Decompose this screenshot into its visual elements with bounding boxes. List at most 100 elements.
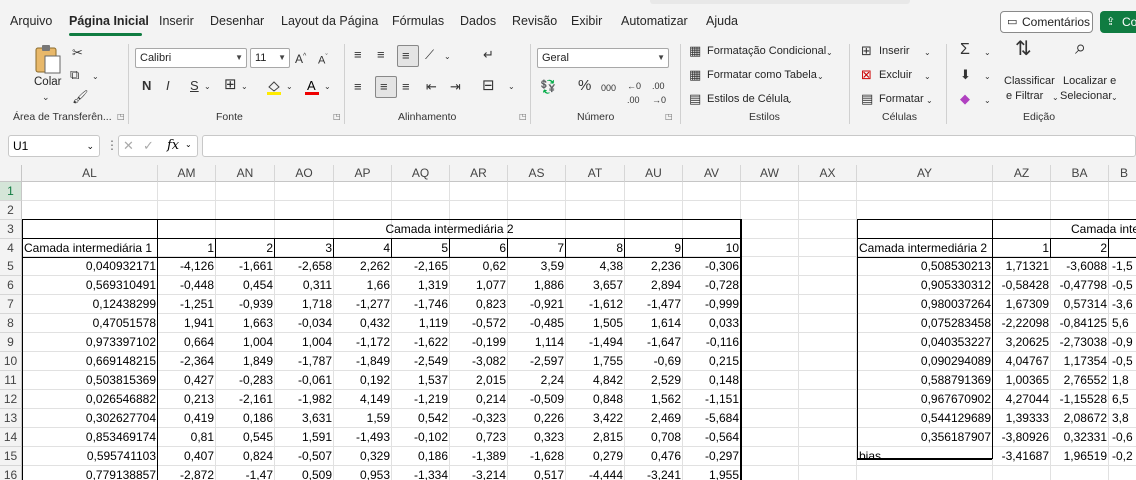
table1-cell[interactable]: 0,47051578 <box>22 314 158 333</box>
insert-function-icon[interactable]: fx <box>167 138 179 153</box>
table1-cell[interactable]: -0,306 <box>683 257 741 276</box>
align-top-icon[interactable]: ≡ <box>354 48 362 62</box>
table1-cell[interactable]: 0,476 <box>625 447 683 466</box>
table2-cell[interactable]: 0,32331 <box>1051 428 1109 447</box>
table2-cell[interactable]: 0,588791369 <box>857 371 993 390</box>
table1-cell[interactable]: 4,149 <box>334 390 392 409</box>
row-header[interactable]: 10 <box>0 352 22 371</box>
table2-cell[interactable]: 0,967670902 <box>857 390 993 409</box>
table1-cell[interactable]: -1,219 <box>392 390 450 409</box>
table2-cell[interactable]: -3,6088 <box>1051 257 1109 276</box>
format-button[interactable]: Formatar <box>879 93 924 105</box>
font-size-select[interactable]: 11 ▼ <box>250 48 290 68</box>
table2-cell[interactable]: 1,8 <box>1109 371 1136 390</box>
table1-cell[interactable]: 0,192 <box>334 371 392 390</box>
table2-cell[interactable]: 3,8 <box>1109 409 1136 428</box>
table1-cell[interactable]: 2,469 <box>625 409 683 428</box>
row-header[interactable]: 3 <box>0 220 22 239</box>
decrease-indent-icon[interactable]: ⇤ <box>426 80 437 94</box>
find-select-label-1[interactable]: Localizar e <box>1063 75 1116 87</box>
table1-cell[interactable]: -2,165 <box>392 257 450 276</box>
table1-cell[interactable]: 1,591 <box>275 428 334 447</box>
table2-cell[interactable]: 2,76552 <box>1051 371 1109 390</box>
table1-cell[interactable]: -0,297 <box>683 447 741 466</box>
table1-cell[interactable]: 3,657 <box>566 276 625 295</box>
table1-cell[interactable]: 0,723 <box>450 428 508 447</box>
table2-cell[interactable]: 6,5 <box>1109 390 1136 409</box>
table1-header-cell[interactable]: 4 <box>334 239 392 258</box>
sort-filter-label-1[interactable]: Classificar <box>1004 75 1055 87</box>
table1-cell[interactable]: 1,505 <box>566 314 625 333</box>
table1-cell[interactable]: 0,033 <box>683 314 741 333</box>
table1-cell[interactable]: 0,279 <box>566 447 625 466</box>
table1-cell[interactable]: 1,537 <box>392 371 450 390</box>
table1-cell[interactable]: 1,955 <box>683 466 741 480</box>
table1-cell[interactable]: -2,161 <box>216 390 275 409</box>
table1-cell[interactable]: -0,323 <box>450 409 508 428</box>
cell-styles-button[interactable]: Estilos de Célula <box>707 93 789 105</box>
table2-cell[interactable]: -0,58428 <box>993 276 1051 295</box>
table1-cell[interactable]: 0,545 <box>216 428 275 447</box>
chevron-down-icon[interactable]: ⌄ <box>324 80 331 94</box>
table1-cell[interactable]: -3,082 <box>450 352 508 371</box>
table2-cell[interactable]: -3,6 <box>1109 295 1136 314</box>
table1-cell[interactable]: 0,148 <box>683 371 741 390</box>
dialog-launcher-icon[interactable]: ◳ <box>519 112 527 121</box>
table1-cell[interactable]: 1,004 <box>216 333 275 352</box>
table1-cell[interactable]: 0,953 <box>334 466 392 480</box>
table2-cell[interactable]: -3,41687 <box>993 447 1051 466</box>
chevron-down-icon[interactable]: ⌄ <box>817 70 824 84</box>
column-header[interactable]: BA <box>1051 165 1109 182</box>
row-header[interactable]: 13 <box>0 409 22 428</box>
table1-cell[interactable]: -0,999 <box>683 295 741 314</box>
table2-cell[interactable]: 4,27044 <box>993 390 1051 409</box>
row-header[interactable]: 14 <box>0 428 22 447</box>
comma-style-icon[interactable]: 000 <box>601 81 616 95</box>
table1-header-cell[interactable]: 7 <box>508 239 566 258</box>
table1-cell[interactable]: 1,114 <box>508 333 566 352</box>
chevron-down-icon[interactable]: ⌄ <box>924 70 931 84</box>
table1-cell[interactable]: 1,614 <box>625 314 683 333</box>
column-header[interactable]: AM <box>158 165 216 182</box>
more-options-icon[interactable]: ⋮ <box>106 138 118 152</box>
table1-cell[interactable]: 1,319 <box>392 276 450 295</box>
table2-cell[interactable]: 1,00365 <box>993 371 1051 390</box>
table1-header-cell[interactable]: 9 <box>625 239 683 258</box>
table1-cell[interactable]: 4,38 <box>566 257 625 276</box>
table1-cell[interactable]: 0,323 <box>508 428 566 447</box>
align-bottom-button[interactable]: ≡ <box>397 45 419 67</box>
table1-cell[interactable]: 0,824 <box>216 447 275 466</box>
table1-cell[interactable]: -1,612 <box>566 295 625 314</box>
table1-header-cell[interactable]: 5 <box>392 239 450 258</box>
table1-cell[interactable]: 2,894 <box>625 276 683 295</box>
chevron-down-icon[interactable]: ⌄ <box>185 140 192 149</box>
orientation-icon[interactable]: ⟋ <box>425 48 434 62</box>
name-box[interactable]: U1 ⌄ <box>8 135 100 157</box>
table1-cell[interactable]: 0,12438299 <box>22 295 158 314</box>
table2-cell[interactable]: 0,356187907 <box>857 428 993 447</box>
table2-cell[interactable]: -2,73038 <box>1051 333 1109 352</box>
table2-cell[interactable]: bias <box>857 447 993 466</box>
row-header[interactable]: 9 <box>0 333 22 352</box>
select-all-corner[interactable] <box>0 165 22 182</box>
autosum-icon[interactable]: Σ <box>960 42 970 58</box>
cancel-icon[interactable]: ✕ <box>123 138 134 154</box>
merge-center-icon[interactable]: ⊟ <box>482 78 495 93</box>
table1-cell[interactable]: -1,661 <box>216 257 275 276</box>
table1-cell[interactable]: 0,848 <box>566 390 625 409</box>
row-header[interactable]: 15 <box>0 447 22 466</box>
chevron-down-icon[interactable]: ⌄ <box>984 70 991 84</box>
row-header[interactable]: 11 <box>0 371 22 390</box>
font-name-select[interactable]: Calibri ▼ <box>135 48 247 68</box>
table1-cell[interactable]: -5,684 <box>683 409 741 428</box>
format-as-table-button[interactable]: Formatar como Tabela <box>707 69 817 81</box>
chevron-down-icon[interactable]: ⌄ <box>204 80 211 94</box>
table1-cell[interactable]: -0,939 <box>216 295 275 314</box>
table1-cell[interactable]: 2,24 <box>508 371 566 390</box>
table1-cell[interactable]: 1,562 <box>625 390 683 409</box>
table2-cell[interactable]: 3,20625 <box>993 333 1051 352</box>
table1-cell[interactable]: -0,485 <box>508 314 566 333</box>
table2-cell[interactable]: 0,544129689 <box>857 409 993 428</box>
fill-color-icon[interactable] <box>266 79 282 95</box>
row-header[interactable]: 7 <box>0 295 22 314</box>
